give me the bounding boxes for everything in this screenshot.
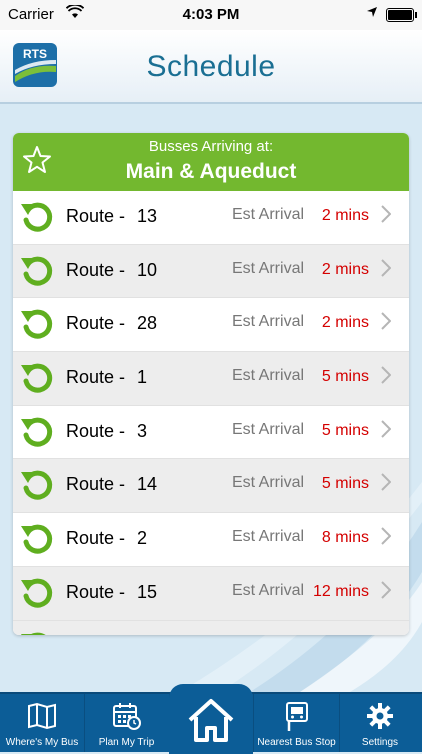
route-row[interactable]: Route - 3 Est Arrival 5 mins: [13, 406, 409, 460]
route-label: Route -: [66, 367, 126, 388]
route-label: Route -: [66, 313, 126, 334]
route-label: Route -: [66, 528, 126, 549]
arrivals-list: Route -13 Est Arrival 2 mins Route -10 Est A…: [13, 191, 409, 635]
route-refresh-icon: [21, 578, 53, 608]
est-arrival-label: Est Arrival: [232, 367, 305, 385]
route-number: 14: [137, 474, 158, 495]
route-number: 1: [137, 367, 148, 388]
tab-wheres-my-bus-label: Where's My Bus: [5, 737, 79, 748]
calendar-clock-icon: [112, 703, 141, 730]
route-row[interactable]: Route - 2 Est Arrival 8 mins: [13, 513, 409, 567]
tab-wheres-my-bus[interactable]: Where's My Bus: [0, 694, 85, 752]
route-number: 28: [137, 313, 158, 334]
route-row[interactable]: Route - 15 Est Arrival 12 mins: [13, 566, 409, 621]
route-row-partial[interactable]: [13, 620, 409, 635]
route-refresh-icon: [21, 202, 53, 232]
chevron-right-icon: [381, 581, 391, 599]
route-row[interactable]: Route - 1 Est Arrival 5 mins: [13, 352, 409, 406]
route-refresh-icon: [21, 310, 53, 339]
clock: 4:03 PM: [182, 6, 240, 23]
est-arrival-label: Est Arrival: [232, 313, 305, 331]
home-icon: [188, 699, 234, 742]
tab-settings-label: Settings: [361, 737, 399, 748]
eta-value: 5 mins: [321, 421, 369, 439]
stop-name: Main & Aqueduct: [125, 160, 297, 183]
route-label: Route -: [66, 474, 126, 495]
tab-plan-my-trip[interactable]: Plan My Trip: [84, 694, 170, 752]
gear-icon: [367, 703, 393, 729]
tab-home[interactable]: [169, 684, 253, 754]
eta-value: 5 mins: [321, 368, 369, 386]
chevron-right-icon: [381, 258, 391, 277]
eta-value: 12 mins: [312, 582, 369, 600]
chevron-right-icon: [381, 205, 391, 223]
est-arrival-label: Est Arrival: [232, 581, 305, 599]
route-number: 15: [137, 581, 158, 602]
eta-value: 5 mins: [321, 475, 369, 493]
stop-subtitle: Busses Arriving at:: [148, 138, 274, 155]
eta-value: 2 mins: [321, 260, 369, 278]
tab-settings[interactable]: Settings: [338, 694, 422, 752]
tab-bar: Where's My Bus Plan My Trip Nearest Bus …: [0, 684, 422, 754]
status-bar: Carrier 4:03 PM: [0, 0, 422, 30]
chevron-right-icon: [381, 527, 391, 545]
est-arrival-label: Est Arrival: [232, 528, 305, 546]
map-icon: [28, 702, 56, 730]
route-number: 10: [137, 259, 158, 280]
chevron-right-icon: [381, 312, 391, 331]
route-refresh-icon: [21, 524, 53, 554]
page-title: Schedule: [146, 50, 276, 83]
route-number: 3: [137, 420, 148, 441]
route-refresh-icon: [21, 256, 53, 286]
est-arrival-label: Est Arrival: [232, 259, 305, 277]
est-arrival-label: Est Arrival: [232, 474, 305, 492]
route-label: Route -: [66, 581, 126, 602]
chevron-right-icon: [382, 634, 383, 635]
est-arrival-label: Est Arrival: [232, 420, 305, 438]
route-row[interactable]: Route - 14 Est Arrival 5 mins: [13, 459, 409, 514]
chevron-right-icon: [381, 366, 391, 384]
est-arrival-label: Est Arrival: [232, 206, 305, 223]
route-refresh-icon: [21, 632, 47, 635]
route-number: 13: [137, 206, 158, 226]
chevron-right-icon: [381, 473, 391, 492]
arrivals-panel: Busses Arriving at: Main & Aqueduct Rout…: [13, 133, 409, 635]
route-label: Route -: [66, 420, 126, 441]
app-header: RTS Schedule: [0, 30, 422, 104]
route-refresh-icon: [21, 363, 53, 393]
tab-nearest-bus-stop-label: Nearest Bus Stop: [257, 737, 336, 748]
eta-value: 8 mins: [321, 529, 369, 547]
tab-plan-my-trip-label: Plan My Trip: [98, 737, 155, 748]
route-row[interactable]: Route - 28 Est Arrival 2 mins: [13, 298, 409, 353]
tab-nearest-bus-stop[interactable]: Nearest Bus Stop: [253, 694, 340, 752]
eta-value: 2 mins: [321, 207, 369, 224]
route-refresh-icon: [21, 471, 53, 501]
stop-header: Busses Arriving at: Main & Aqueduct: [13, 133, 409, 191]
location-arrow-icon: [367, 7, 377, 17]
route-row[interactable]: Route - 13 Est Arrival 2 mins: [13, 191, 409, 245]
bus-stop-icon: [285, 702, 308, 731]
eta-value: 2 mins: [321, 314, 369, 332]
route-label: Route -: [66, 259, 126, 280]
battery-icon: [386, 8, 417, 22]
route-number: 2: [137, 528, 148, 549]
route-refresh-icon: [21, 417, 53, 447]
route-label: Route -: [66, 206, 126, 226]
route-row[interactable]: Route - 10 Est Arrival 2 mins: [13, 244, 409, 299]
chevron-right-icon: [381, 420, 391, 438]
